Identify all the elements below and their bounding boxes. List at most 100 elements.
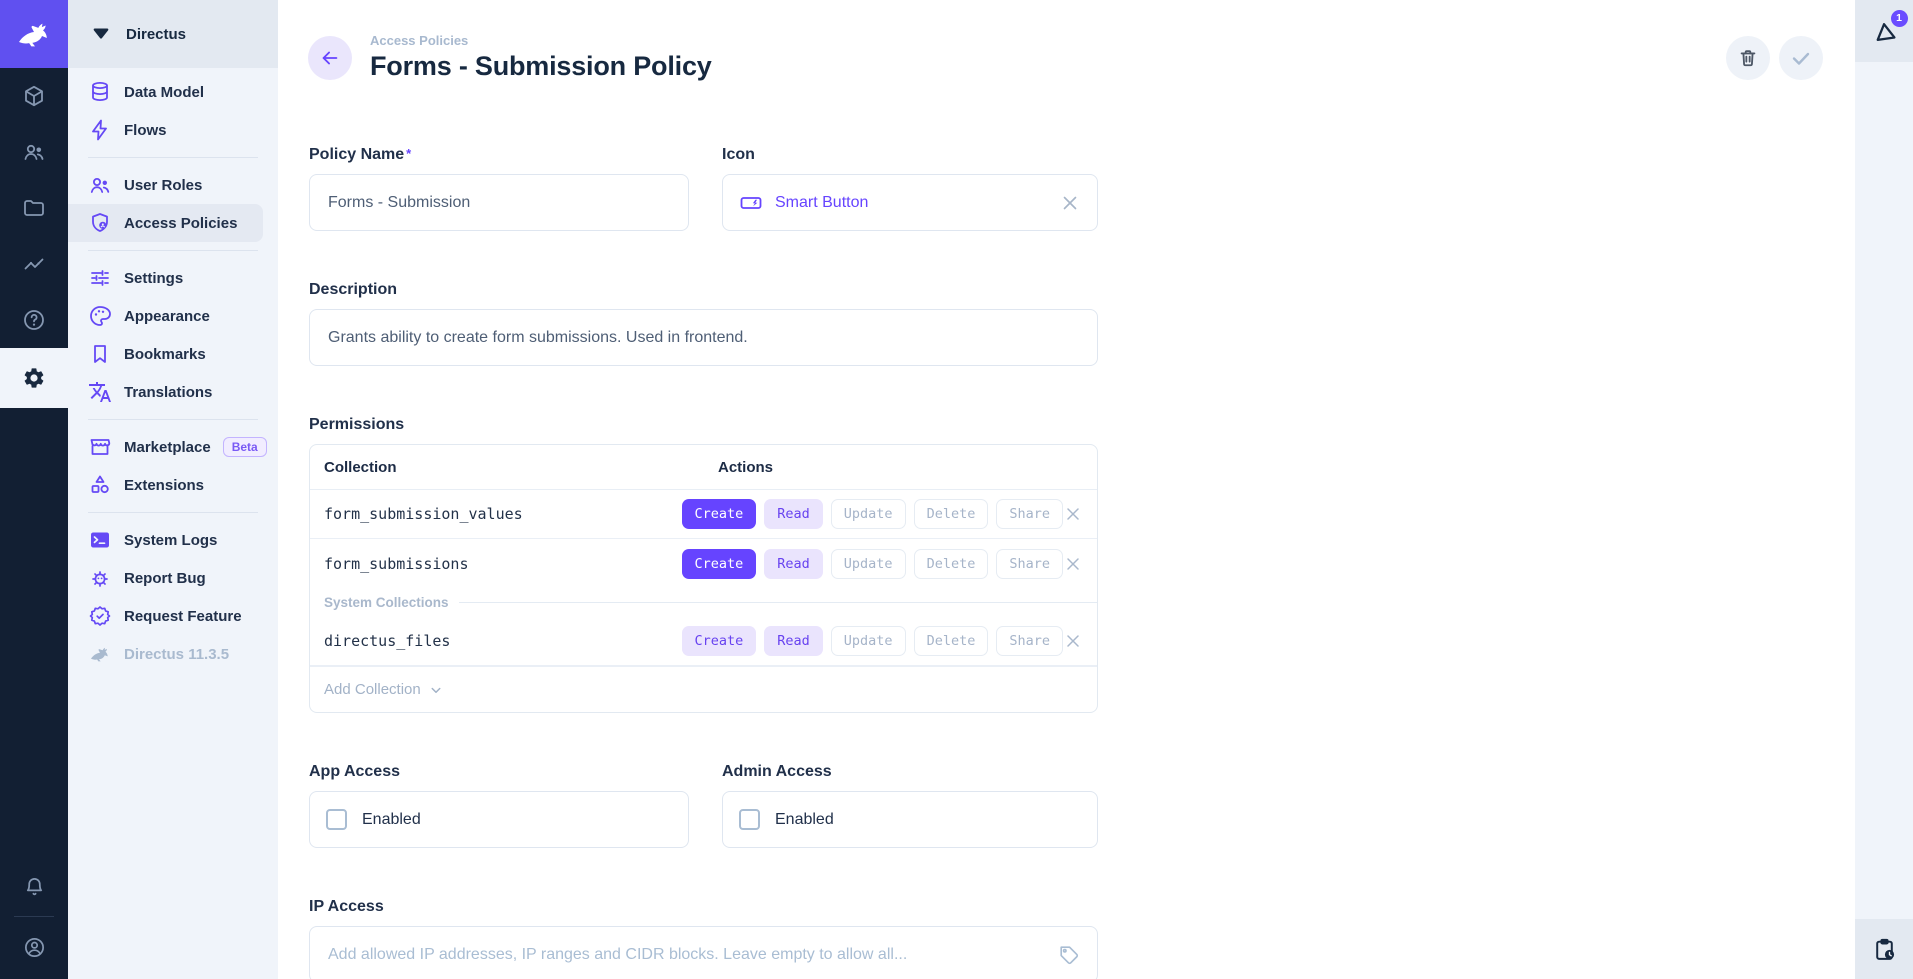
account-button[interactable] <box>0 925 68 969</box>
sidebar-item-translations[interactable]: Translations <box>68 373 263 411</box>
right-sidebar: 1 <box>1855 0 1913 979</box>
check-icon <box>1789 46 1813 70</box>
action-chip-update[interactable]: Update <box>831 499 906 529</box>
back-button[interactable] <box>308 36 352 80</box>
close-icon <box>1063 631 1083 651</box>
clipboard-clock-icon <box>1872 937 1897 962</box>
notification-count-badge: 1 <box>1891 10 1908 27</box>
description-label: Description <box>309 281 1098 299</box>
shield-policy-icon <box>88 211 112 235</box>
sidebar-item-user-roles[interactable]: User Roles <box>68 166 263 204</box>
action-chip-update[interactable]: Update <box>831 549 906 579</box>
delete-button[interactable] <box>1726 36 1770 80</box>
action-chip-read[interactable]: Read <box>764 499 823 529</box>
action-chip-create[interactable]: Create <box>682 499 757 529</box>
app-access-field: Enabled <box>309 791 689 848</box>
user-roles-icon <box>88 173 112 197</box>
remove-collection-button[interactable] <box>1063 631 1083 651</box>
bug-icon <box>88 566 112 590</box>
translate-icon <box>88 380 112 404</box>
sidebar-divider <box>88 250 258 251</box>
action-chip-create[interactable]: Create <box>682 549 757 579</box>
arrow-left-icon <box>319 47 341 69</box>
rabbit-small-icon <box>88 642 112 666</box>
action-chip-read[interactable]: Read <box>764 626 823 656</box>
app-access-checkbox[interactable] <box>326 809 347 830</box>
tag-icon[interactable] <box>1058 944 1080 966</box>
sidebar-item-label: Flows <box>124 122 167 139</box>
sidebar-item-bookmarks[interactable]: Bookmarks <box>68 335 263 373</box>
main-content: Access Policies Forms - Submission Polic… <box>278 0 1855 979</box>
description-input[interactable] <box>309 309 1098 366</box>
save-button[interactable] <box>1779 36 1823 80</box>
module-bar <box>0 0 68 979</box>
sidebar-item-request-feature[interactable]: Request Feature <box>68 597 263 635</box>
folder-icon <box>22 196 46 220</box>
icon-field-value: Smart Button <box>775 194 868 212</box>
version-label: Directus 11.3.5 <box>124 646 229 663</box>
clear-icon-button[interactable] <box>1059 192 1081 214</box>
notifications-button[interactable] <box>0 864 68 908</box>
module-user-directory[interactable] <box>0 124 68 180</box>
sidebar-item-flows[interactable]: Flows <box>68 111 263 149</box>
action-chip-delete[interactable]: Delete <box>914 549 989 579</box>
directus-logo[interactable] <box>0 0 68 68</box>
sidebar-item-label: Bookmarks <box>124 346 206 363</box>
terminal-icon <box>88 528 112 552</box>
sidebar-item-settings[interactable]: Settings <box>68 259 263 297</box>
module-documentation[interactable] <box>0 292 68 348</box>
sidebar-item-label: Settings <box>124 270 183 287</box>
policy-name-label: Policy Name* <box>309 146 689 164</box>
sidebar-item-extensions[interactable]: Extensions <box>68 466 263 504</box>
module-file-library[interactable] <box>0 180 68 236</box>
action-chip-share[interactable]: Share <box>996 626 1063 656</box>
sidebar-item-access-policies[interactable]: Access Policies <box>68 204 263 242</box>
policy-name-input[interactable] <box>309 174 689 231</box>
action-chip-read[interactable]: Read <box>764 549 823 579</box>
icon-field[interactable]: Smart Button <box>722 174 1098 231</box>
sidebar-item-appearance[interactable]: Appearance <box>68 297 263 335</box>
sidebar-item-label: Access Policies <box>124 215 237 232</box>
sidebar-item-label: Marketplace <box>124 439 211 456</box>
module-insights[interactable] <box>0 236 68 292</box>
database-icon <box>88 80 112 104</box>
admin-access-field: Enabled <box>722 791 1098 848</box>
system-collections-label: System Collections <box>324 595 449 610</box>
remove-collection-button[interactable] <box>1063 554 1083 574</box>
box-icon <box>22 84 46 108</box>
sidebar-item-data-model[interactable]: Data Model <box>68 73 263 111</box>
sidebar-item-marketplace[interactable]: Marketplace Beta <box>68 428 263 466</box>
action-chip-update[interactable]: Update <box>831 626 906 656</box>
ip-access-input[interactable] <box>309 926 1098 979</box>
beta-badge: Beta <box>223 437 267 457</box>
app-access-checkbox-label: Enabled <box>362 811 421 829</box>
app-access-label: App Access <box>309 763 689 781</box>
activity-sidebar-button[interactable] <box>1855 919 1913 979</box>
action-chip-share[interactable]: Share <box>996 549 1063 579</box>
action-chip-share[interactable]: Share <box>996 499 1063 529</box>
action-chip-create[interactable]: Create <box>682 626 757 656</box>
admin-access-checkbox[interactable] <box>739 809 760 830</box>
sidebar-item-report-bug[interactable]: Report Bug <box>68 559 263 597</box>
notifications-tray-button[interactable]: 1 <box>1855 0 1913 62</box>
storefront-icon <box>88 435 112 459</box>
add-collection-button[interactable]: Add Collection <box>310 666 1097 712</box>
action-chip-delete[interactable]: Delete <box>914 626 989 656</box>
page-header: Access Policies Forms - Submission Polic… <box>278 0 1855 82</box>
module-settings[interactable] <box>0 348 68 408</box>
remove-collection-button[interactable] <box>1063 504 1083 524</box>
breadcrumb[interactable]: Access Policies <box>370 33 712 48</box>
column-header-collection: Collection <box>324 459 718 476</box>
sidebar-divider <box>88 512 258 513</box>
project-header[interactable]: Directus <box>68 0 278 68</box>
add-collection-label: Add Collection <box>324 681 421 698</box>
sidebar-divider <box>88 419 258 420</box>
action-chip-delete[interactable]: Delete <box>914 499 989 529</box>
project-name: Directus <box>126 26 186 43</box>
module-content[interactable] <box>0 68 68 124</box>
column-header-actions: Actions <box>718 459 773 476</box>
bolt-icon <box>88 118 112 142</box>
policy-form: Policy Name* Icon Smart Button Descripti… <box>309 146 1098 979</box>
close-icon <box>1059 192 1081 214</box>
sidebar-item-system-logs[interactable]: System Logs <box>68 521 263 559</box>
